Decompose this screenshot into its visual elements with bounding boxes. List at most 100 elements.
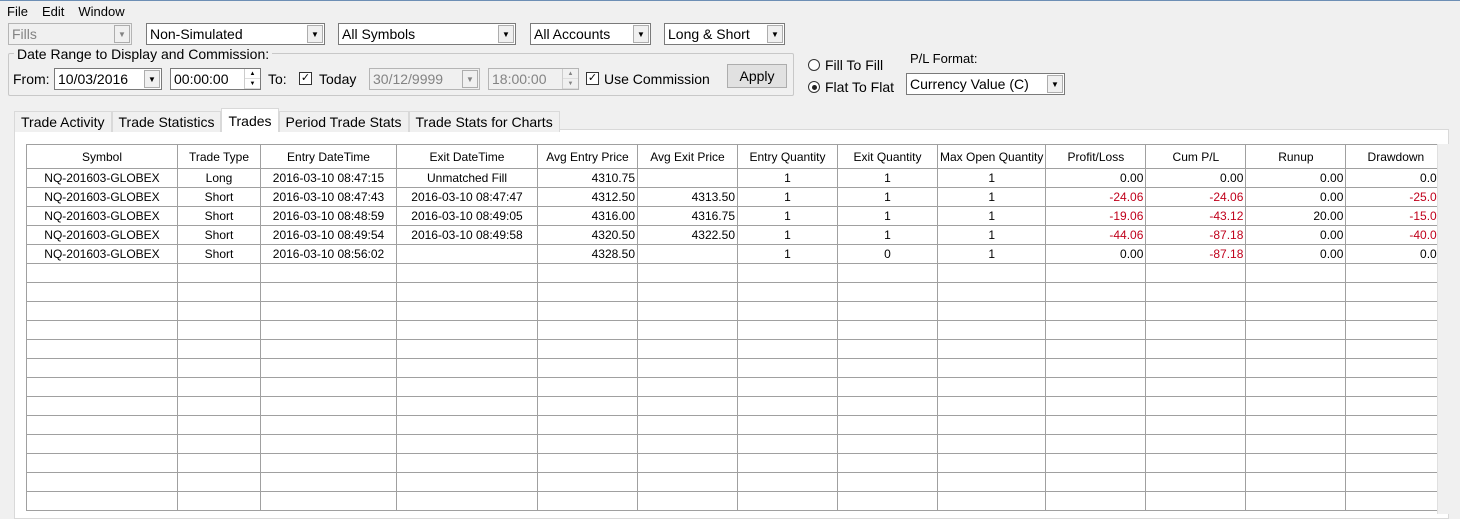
table-cell bbox=[177, 415, 261, 435]
column-header[interactable]: Entry DateTime bbox=[260, 144, 397, 169]
table-cell bbox=[1145, 301, 1247, 321]
chevron-down-icon[interactable]: ▼ bbox=[767, 25, 783, 43]
to-label: To: bbox=[268, 71, 287, 87]
tab-trade-activity[interactable]: Trade Activity bbox=[14, 111, 112, 132]
table-cell bbox=[837, 301, 938, 321]
table-cell bbox=[737, 282, 838, 302]
direction-select[interactable]: Long & Short ▼ bbox=[664, 23, 785, 45]
table-cell bbox=[177, 453, 261, 473]
radio-selected-icon[interactable] bbox=[808, 81, 820, 93]
table-cell bbox=[1045, 358, 1147, 378]
column-header[interactable]: Trade Type bbox=[177, 144, 261, 169]
from-time-spinner[interactable]: 00:00:00 ▲ ▼ bbox=[170, 68, 261, 90]
table-cell bbox=[396, 415, 538, 435]
radio-flat-to-flat[interactable]: Flat To Flat bbox=[808, 79, 894, 95]
tab-period-trade-stats[interactable]: Period Trade Stats bbox=[278, 111, 409, 132]
table-cell bbox=[1245, 320, 1347, 340]
menu-edit[interactable]: Edit bbox=[42, 4, 64, 19]
table-cell bbox=[837, 472, 938, 492]
radio-icon[interactable] bbox=[808, 59, 820, 71]
empty-row bbox=[26, 472, 1447, 492]
apply-button[interactable]: Apply bbox=[727, 64, 787, 88]
tab-trades[interactable]: Trades bbox=[221, 108, 279, 132]
spinner-arrows-icon[interactable]: ▲ ▼ bbox=[244, 69, 260, 89]
table-cell bbox=[936, 491, 1047, 511]
column-header[interactable]: Runup bbox=[1245, 144, 1347, 169]
table-cell bbox=[1045, 396, 1147, 416]
table-row[interactable]: NQ-201603-GLOBEX Long 2016-03-10 08:47:15 U… bbox=[26, 168, 1447, 188]
vertical-scrollbar[interactable] bbox=[1437, 144, 1449, 514]
table-cell bbox=[177, 396, 261, 416]
empty-row bbox=[26, 415, 1447, 435]
empty-row bbox=[26, 434, 1447, 454]
today-checkbox[interactable]: ✓ bbox=[299, 72, 312, 85]
column-header[interactable]: Avg Entry Price bbox=[537, 144, 638, 169]
column-header[interactable]: Exit Quantity bbox=[837, 144, 938, 169]
table-cell bbox=[1145, 263, 1247, 283]
table-cell bbox=[637, 453, 738, 473]
accounts-select[interactable]: All Accounts ▼ bbox=[530, 23, 651, 45]
table-header: Symbol Trade Type Entry DateTime Exit DateT… bbox=[26, 144, 1447, 169]
chevron-down-icon[interactable]: ▼ bbox=[144, 70, 160, 88]
menu-file[interactable]: File bbox=[7, 4, 28, 19]
chevron-down-icon[interactable]: ▼ bbox=[633, 25, 649, 43]
table-cell bbox=[537, 301, 638, 321]
menu-window[interactable]: Window bbox=[78, 4, 124, 19]
chevron-down-icon[interactable]: ▼ bbox=[307, 25, 323, 43]
use-commission-label: Use Commission bbox=[604, 71, 710, 87]
table-cell: Short bbox=[177, 225, 261, 245]
table-cell: Short bbox=[177, 244, 261, 264]
table-cell bbox=[537, 320, 638, 340]
pl-format-select[interactable]: Currency Value (C) ▼ bbox=[906, 73, 1065, 95]
table-cell: 4310.75 bbox=[537, 168, 638, 188]
table-cell: 4320.50 bbox=[537, 225, 638, 245]
table-cell bbox=[537, 339, 638, 359]
empty-row bbox=[26, 320, 1447, 340]
table-cell bbox=[1045, 434, 1147, 454]
table-cell bbox=[537, 415, 638, 435]
table-cell bbox=[260, 301, 397, 321]
column-header[interactable]: Cum P/L bbox=[1145, 144, 1247, 169]
chevron-down-icon[interactable]: ▼ bbox=[1047, 75, 1063, 93]
table-cell: 1 bbox=[936, 187, 1047, 207]
symbols-select[interactable]: All Symbols ▼ bbox=[338, 23, 516, 45]
column-header[interactable]: Exit DateTime bbox=[396, 144, 538, 169]
table-row[interactable]: NQ-201603-GLOBEX Short 2016-03-10 08:48:59… bbox=[26, 206, 1447, 226]
table-cell: 1 bbox=[737, 187, 838, 207]
column-header[interactable]: Drawdown bbox=[1345, 144, 1447, 169]
radio-fill-to-fill[interactable]: Fill To Fill bbox=[808, 57, 883, 73]
tab-trade-stats-for-charts[interactable]: Trade Stats for Charts bbox=[408, 111, 560, 132]
table-cell: 0.00 bbox=[1345, 168, 1447, 188]
table-row[interactable]: NQ-201603-GLOBEX Short 2016-03-10 08:56:02… bbox=[26, 244, 1447, 264]
table-row[interactable]: NQ-201603-GLOBEX Short 2016-03-10 08:47:43… bbox=[26, 187, 1447, 207]
table-cell bbox=[737, 358, 838, 378]
table-cell bbox=[260, 263, 397, 283]
table-cell: 20.00 bbox=[1245, 206, 1347, 226]
table-cell bbox=[1145, 282, 1247, 302]
empty-row bbox=[26, 282, 1447, 302]
empty-row bbox=[26, 453, 1447, 473]
table-cell bbox=[1345, 472, 1447, 492]
column-header[interactable]: Max Open Quantity bbox=[936, 144, 1047, 169]
today-label: Today bbox=[319, 71, 357, 87]
table-cell bbox=[1045, 301, 1147, 321]
column-header[interactable]: Symbol bbox=[26, 144, 178, 169]
table-cell bbox=[1345, 282, 1447, 302]
to-date-picker: 30/12/9999 ▼ bbox=[369, 68, 480, 90]
table-cell: Short bbox=[177, 206, 261, 226]
table-cell: 0.00 bbox=[1345, 244, 1447, 264]
column-header[interactable]: Profit/Loss bbox=[1045, 144, 1147, 169]
table-cell bbox=[837, 282, 938, 302]
from-date-picker[interactable]: 10/03/2016 ▼ bbox=[54, 68, 162, 90]
table-cell: NQ-201603-GLOBEX bbox=[26, 187, 178, 207]
table-row[interactable]: NQ-201603-GLOBEX Short 2016-03-10 08:49:54… bbox=[26, 225, 1447, 245]
simulation-select[interactable]: Non-Simulated ▼ bbox=[146, 23, 325, 45]
table-cell bbox=[936, 320, 1047, 340]
column-header[interactable]: Avg Exit Price bbox=[637, 144, 738, 169]
chevron-down-icon[interactable]: ▼ bbox=[498, 25, 514, 43]
use-commission-checkbox[interactable]: ✓ bbox=[586, 72, 599, 85]
table-cell bbox=[537, 453, 638, 473]
direction-value: Long & Short bbox=[668, 26, 750, 42]
column-header[interactable]: Entry Quantity bbox=[737, 144, 838, 169]
tab-trade-statistics[interactable]: Trade Statistics bbox=[111, 111, 222, 132]
